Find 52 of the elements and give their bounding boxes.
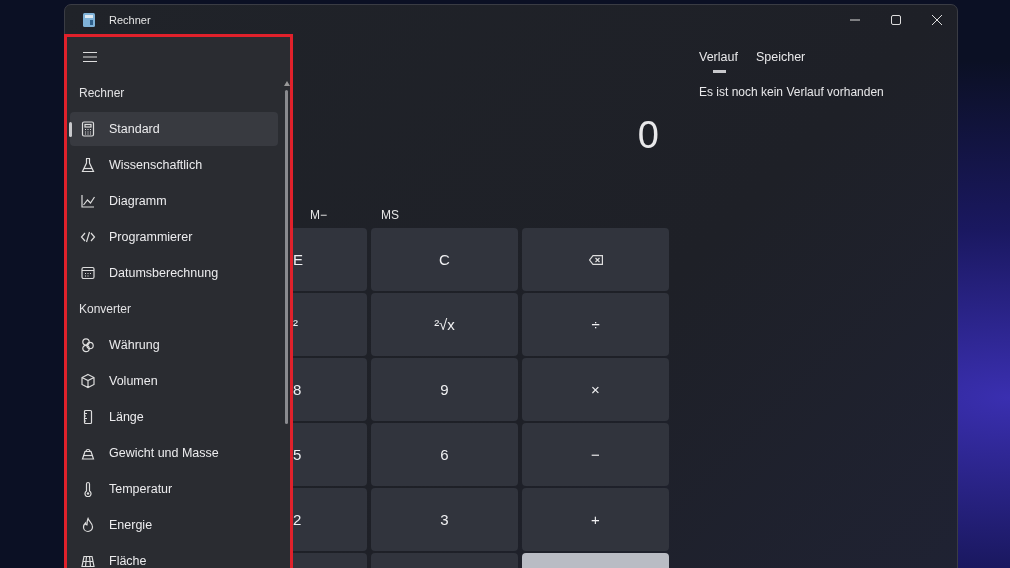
nav-item[interactable]: Datumsberechnung <box>70 256 278 290</box>
nav-item[interactable]: Fläche <box>70 544 278 568</box>
nav-item[interactable]: Währung <box>70 328 278 362</box>
calculator-key[interactable]: ²√x <box>371 293 518 356</box>
nav-item[interactable]: Diagramm <box>70 184 278 218</box>
nav-item[interactable]: Volumen <box>70 364 278 398</box>
calculator-key[interactable]: 5 <box>293 423 367 486</box>
calculator-key[interactable]: 9 <box>371 358 518 421</box>
calculator-key[interactable]: 3 <box>371 488 518 551</box>
nav-item[interactable]: Temperatur <box>70 472 278 506</box>
nav-item[interactable]: Gewicht und Masse <box>70 436 278 470</box>
window-title: Rechner <box>109 13 151 26</box>
close-icon <box>931 14 942 25</box>
scroll-up-arrow-icon[interactable] <box>284 81 290 86</box>
calendar-icon <box>80 265 96 281</box>
display-value: 0 <box>637 113 660 157</box>
scrollbar[interactable] <box>284 81 289 424</box>
calculator-key[interactable]: 8 <box>293 358 367 421</box>
calculator-key[interactable]: ² <box>293 293 367 356</box>
menu-icon <box>83 51 97 63</box>
calculator-key[interactable]: + <box>522 488 669 551</box>
section-header: Konverter <box>78 301 133 318</box>
nav-item[interactable]: Energie <box>70 508 278 542</box>
empty-history-text: Es ist noch kein Verlauf vorhanden <box>699 85 885 99</box>
selection-indicator <box>69 122 72 137</box>
nav-item[interactable]: Länge <box>70 400 278 434</box>
graph-icon <box>80 193 96 209</box>
section-header: Rechner <box>78 85 126 102</box>
code-icon <box>80 229 96 245</box>
calculator-key[interactable]: − <box>522 423 669 486</box>
calculator-key[interactable]: × <box>522 358 669 421</box>
coins-icon <box>80 337 96 353</box>
cube-icon <box>80 373 96 389</box>
memory-button[interactable]: M− <box>305 208 376 222</box>
flask-icon <box>80 157 96 173</box>
backspace-button[interactable] <box>522 228 669 291</box>
memory-button[interactable]: MS <box>376 208 447 222</box>
flame-icon <box>80 517 96 533</box>
backspace-icon <box>588 254 603 265</box>
history-tab[interactable]: Speicher <box>755 45 814 73</box>
nav-item[interactable]: Wissenschaftlich <box>70 148 278 182</box>
grid-icon <box>80 553 96 568</box>
calculator-icon <box>80 121 96 137</box>
maximize-icon <box>890 14 901 25</box>
nav-item[interactable]: Programmierer <box>70 220 278 254</box>
nav-item[interactable]: Standard <box>70 112 278 146</box>
calculator-icon <box>83 12 95 27</box>
calculator-key[interactable]: C <box>371 228 518 291</box>
calculator-key[interactable]: 2 <box>293 488 367 551</box>
calculator-key[interactable]: 6 <box>371 423 518 486</box>
calculator-key[interactable]: E <box>293 228 367 291</box>
calculator-key[interactable]: ÷ <box>522 293 669 356</box>
